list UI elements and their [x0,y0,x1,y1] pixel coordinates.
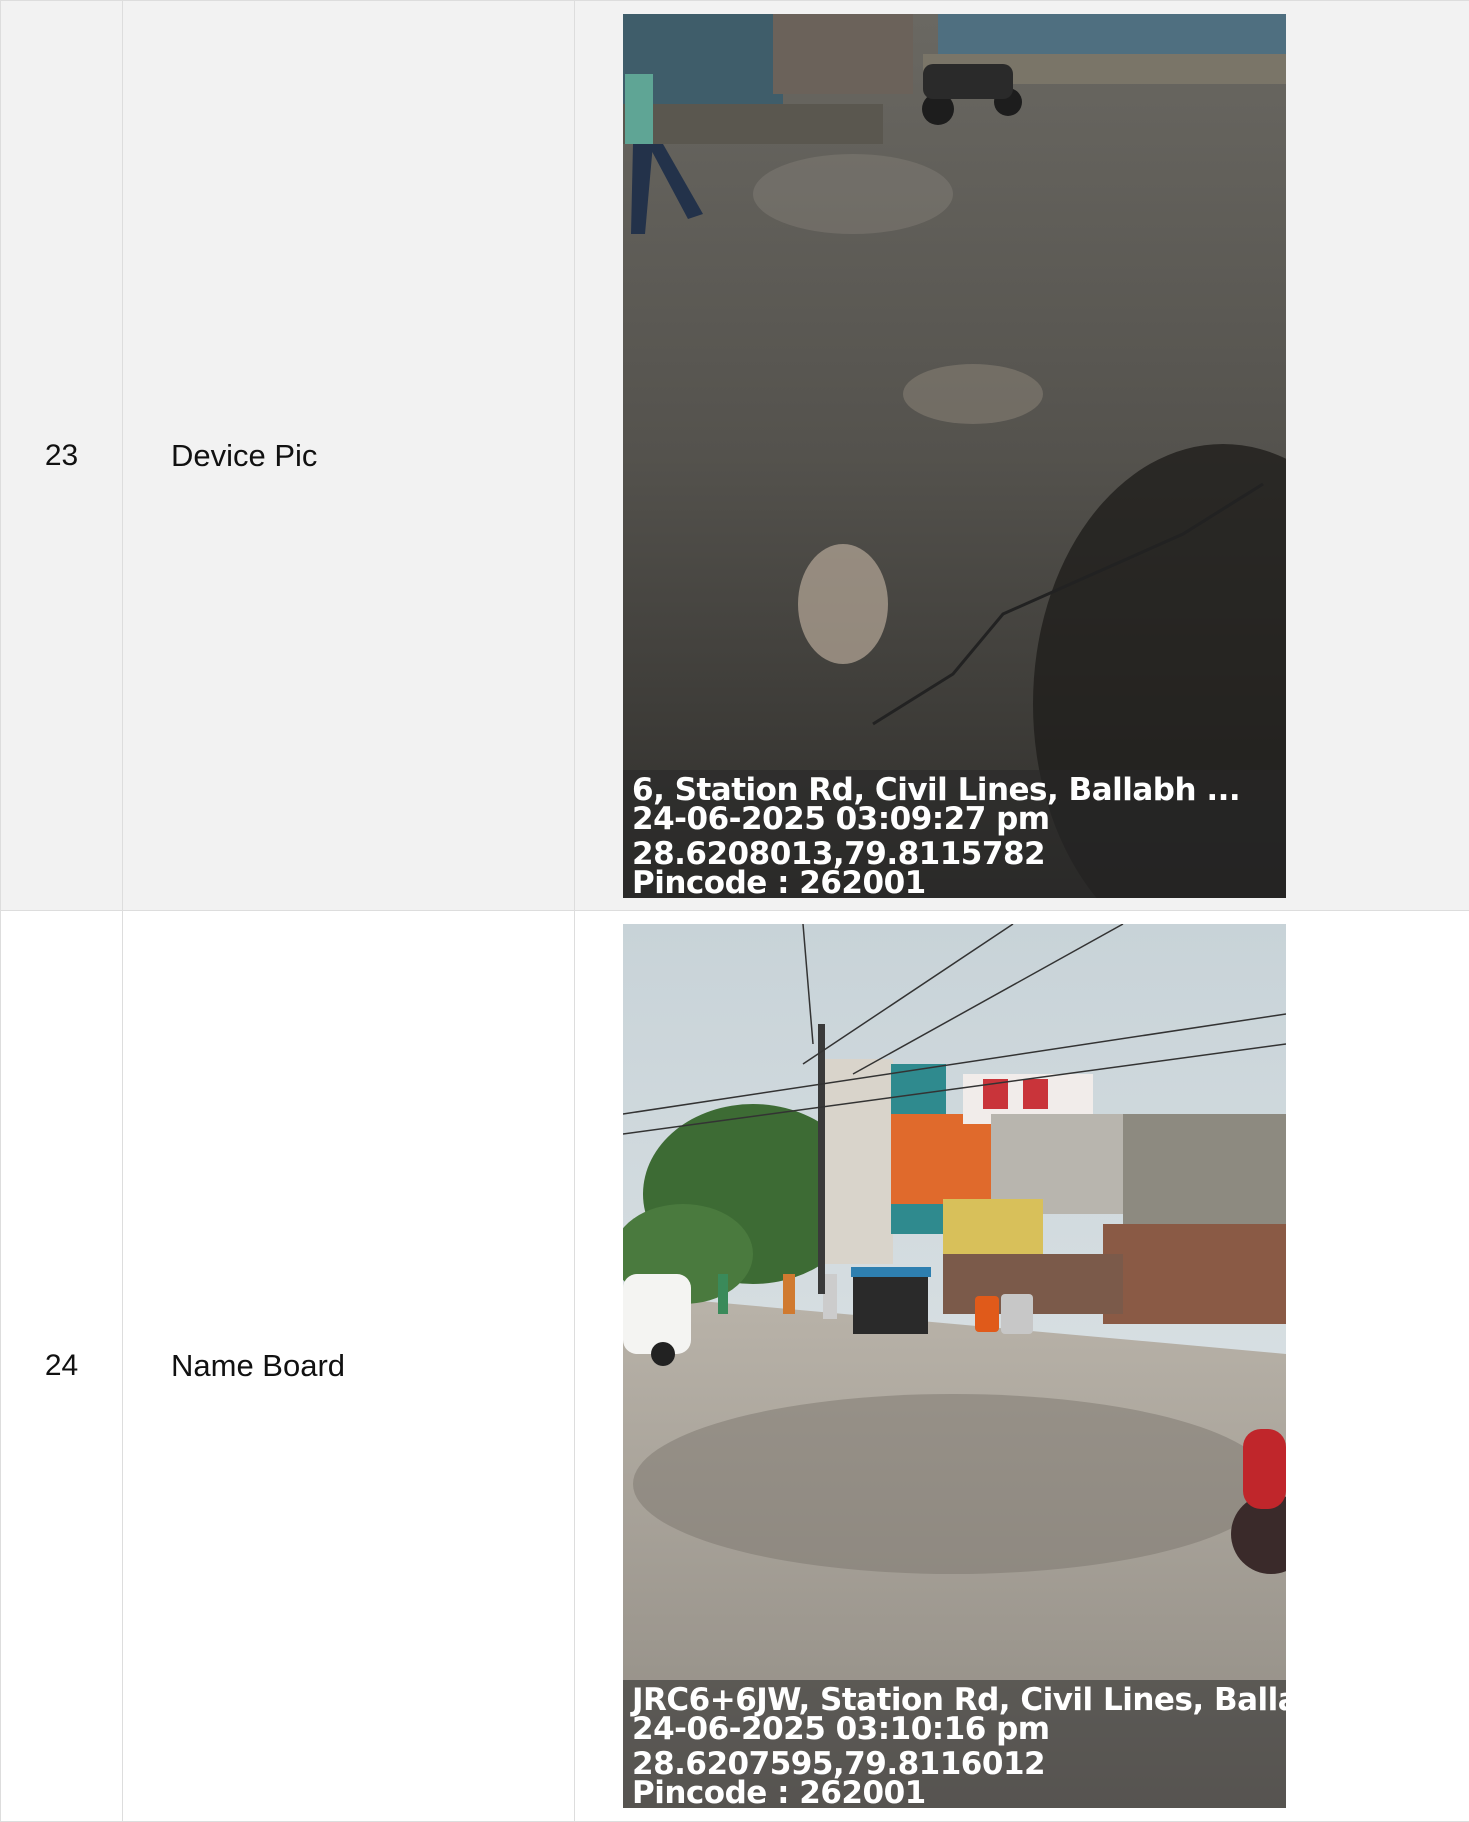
road-surface-image [623,14,1286,898]
device-photo: 6, Station Rd, Civil Lines, Ballabh ... … [623,14,1286,898]
row-label: Device Pic [123,1,575,911]
row-number: 23 [1,1,123,911]
name-board-photo: JRC6+6JW, Station Rd, Civil Lines, Balla… [623,924,1286,1808]
geo-stamp: JRC6+6JW, Station Rd, Civil Lines, Balla… [623,1680,1286,1808]
row-number: 24 [1,911,123,1822]
report-table: 23 Device Pic [0,0,1469,1822]
street-scene-image [623,924,1286,1808]
photo-cell: 6, Station Rd, Civil Lines, Ballabh ... … [575,1,1469,911]
geo-stamp: 6, Station Rd, Civil Lines, Ballabh ... … [623,770,1286,898]
stamp-pincode: Pincode : 262001 [632,1779,1276,1808]
table-row: 23 Device Pic [1,1,1469,911]
stamp-datetime: 24-06-2025 03:10:16 pm [632,1715,1276,1744]
photo-cell: JRC6+6JW, Station Rd, Civil Lines, Balla… [575,911,1469,1822]
stamp-coordinates: 28.6207595,79.8116012 [632,1744,1276,1779]
stamp-coordinates: 28.6208013,79.8115782 [632,834,1276,869]
stamp-datetime: 24-06-2025 03:09:27 pm [632,805,1276,834]
row-label: Name Board [123,911,575,1822]
table-row: 24 Name Board [1,911,1469,1822]
stamp-pincode: Pincode : 262001 [632,869,1276,898]
